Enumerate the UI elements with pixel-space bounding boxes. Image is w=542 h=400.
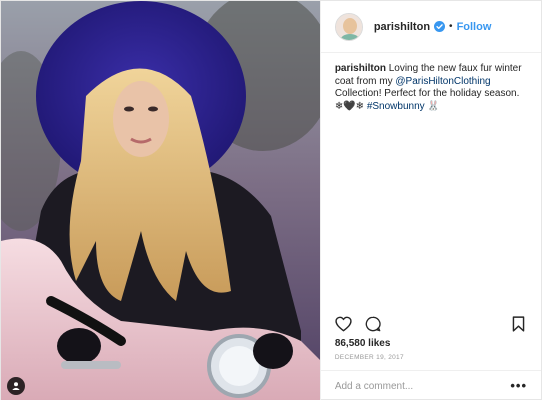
heart-icon[interactable] [335, 315, 353, 333]
post-date: DECEMBER 19, 2017 [334, 354, 404, 361]
header-username[interactable]: parishilton [374, 21, 430, 33]
caption-emoji-after: 🐰 [424, 100, 440, 112]
separator-dot: • [449, 21, 453, 32]
user-tag-icon[interactable] [7, 377, 25, 395]
follow-button[interactable]: Follow [457, 21, 492, 33]
mention-link[interactable]: @ParisHiltonClothing [395, 76, 490, 87]
likes-count[interactable]: 86,580 likes [335, 338, 391, 349]
post-header: parishilton • Follow [320, 1, 541, 53]
more-options-icon[interactable]: ••• [510, 379, 527, 392]
comment-bubble-icon[interactable] [364, 315, 382, 333]
caption: parishilton Loving the new faux fur wint… [321, 53, 541, 113]
post-photo[interactable] [1, 1, 320, 400]
verified-badge-icon [434, 21, 446, 32]
hashtag-link[interactable]: #Snowbunny [367, 101, 425, 112]
comment-input[interactable] [334, 380, 511, 392]
action-bar [321, 313, 541, 335]
comment-bar: ••• [320, 370, 541, 400]
post-image [1, 1, 320, 400]
avatar[interactable] [334, 12, 363, 41]
caption-emoji-before: ❄🖤❄ [334, 100, 367, 112]
instagram-post: parishilton • Follow parishilton Loving … [0, 0, 542, 400]
post-sidebar: parishilton • Follow parishilton Loving … [319, 1, 541, 400]
bookmark-icon[interactable] [509, 315, 527, 333]
caption-text-after: Collection! Perfect for the holiday seas… [334, 88, 520, 99]
caption-username[interactable]: parishilton [335, 63, 386, 74]
